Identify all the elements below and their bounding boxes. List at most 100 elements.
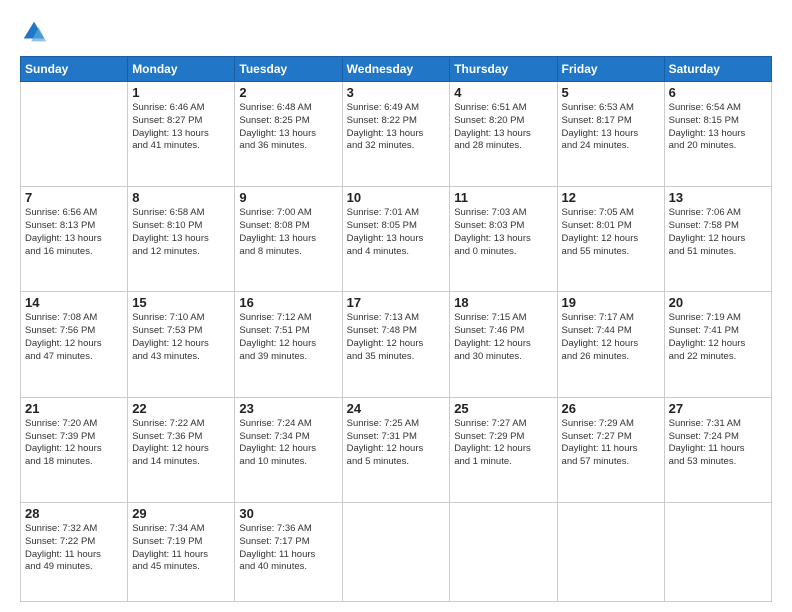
logo-icon bbox=[20, 18, 48, 46]
calendar-cell: 27 Sunrise: 7:31 AM Sunset: 7:24 PM Dayli… bbox=[664, 397, 771, 502]
calendar-cell bbox=[664, 502, 771, 601]
day-info: Sunrise: 7:05 AM Sunset: 8:01 PM Dayligh… bbox=[562, 207, 660, 258]
day-info: Sunrise: 7:01 AM Sunset: 8:05 PM Dayligh… bbox=[347, 207, 446, 258]
day-number: 13 bbox=[669, 190, 767, 205]
calendar-cell: 22Sunrise: 7:22 AM Sunset: 7:36 PM Dayli… bbox=[128, 397, 235, 502]
calendar-cell: 25Sunrise: 7:27 AM Sunset: 7:29 PM Dayli… bbox=[450, 397, 557, 502]
day-info: Sunrise: 7:27 AM Sunset: 7:29 PM Dayligh… bbox=[454, 418, 552, 469]
day-number: 29 bbox=[132, 506, 230, 521]
calendar-cell: 20 Sunrise: 7:19 AM Sunset: 7:41 PM Dayli… bbox=[664, 292, 771, 397]
day-info: Sunrise: 7:36 AM Sunset: 7:17 PM Dayligh… bbox=[239, 523, 337, 574]
week-row-2: 7 Sunrise: 6:56 AM Sunset: 8:13 PM Daylig… bbox=[21, 187, 772, 292]
calendar-cell: 24Sunrise: 7:25 AM Sunset: 7:31 PM Dayli… bbox=[342, 397, 450, 502]
day-info: Sunrise: 7:08 AM Sunset: 7:56 PM Dayligh… bbox=[25, 312, 123, 363]
day-info: Sunrise: 7:03 AM Sunset: 8:03 PM Dayligh… bbox=[454, 207, 552, 258]
calendar-cell: 2 Sunrise: 6:48 AM Sunset: 8:25 PM Daylig… bbox=[235, 82, 342, 187]
calendar-cell: 30 Sunrise: 7:36 AM Sunset: 7:17 PM Dayli… bbox=[235, 502, 342, 601]
day-number: 17 bbox=[347, 295, 446, 310]
day-number: 22 bbox=[132, 401, 230, 416]
calendar-cell bbox=[21, 82, 128, 187]
weekday-header-saturday: Saturday bbox=[664, 57, 771, 82]
weekday-header-tuesday: Tuesday bbox=[235, 57, 342, 82]
calendar-cell: 11 Sunrise: 7:03 AM Sunset: 8:03 PM Dayli… bbox=[450, 187, 557, 292]
day-info: Sunrise: 7:31 AM Sunset: 7:24 PM Dayligh… bbox=[669, 418, 767, 469]
calendar-cell: 3 Sunrise: 6:49 AM Sunset: 8:22 PM Daylig… bbox=[342, 82, 450, 187]
day-number: 19 bbox=[562, 295, 660, 310]
calendar-cell: 4 Sunrise: 6:51 AM Sunset: 8:20 PM Daylig… bbox=[450, 82, 557, 187]
day-info: Sunrise: 7:10 AM Sunset: 7:53 PM Dayligh… bbox=[132, 312, 230, 363]
weekday-header-monday: Monday bbox=[128, 57, 235, 82]
calendar: SundayMondayTuesdayWednesdayThursdayFrid… bbox=[20, 56, 772, 602]
day-number: 9 bbox=[239, 190, 337, 205]
day-number: 14 bbox=[25, 295, 123, 310]
calendar-cell: 13Sunrise: 7:06 AM Sunset: 7:58 PM Dayli… bbox=[664, 187, 771, 292]
day-number: 8 bbox=[132, 190, 230, 205]
weekday-header-friday: Friday bbox=[557, 57, 664, 82]
day-info: Sunrise: 7:20 AM Sunset: 7:39 PM Dayligh… bbox=[25, 418, 123, 469]
calendar-cell: 8Sunrise: 6:58 AM Sunset: 8:10 PM Daylig… bbox=[128, 187, 235, 292]
day-number: 30 bbox=[239, 506, 337, 521]
week-row-4: 21Sunrise: 7:20 AM Sunset: 7:39 PM Dayli… bbox=[21, 397, 772, 502]
weekday-header-thursday: Thursday bbox=[450, 57, 557, 82]
week-row-3: 14 Sunrise: 7:08 AM Sunset: 7:56 PM Dayli… bbox=[21, 292, 772, 397]
day-number: 5 bbox=[562, 85, 660, 100]
day-info: Sunrise: 6:53 AM Sunset: 8:17 PM Dayligh… bbox=[562, 102, 660, 153]
calendar-cell: 10 Sunrise: 7:01 AM Sunset: 8:05 PM Dayli… bbox=[342, 187, 450, 292]
week-row-1: 1 Sunrise: 6:46 AM Sunset: 8:27 PM Daylig… bbox=[21, 82, 772, 187]
day-number: 26 bbox=[562, 401, 660, 416]
day-info: Sunrise: 7:29 AM Sunset: 7:27 PM Dayligh… bbox=[562, 418, 660, 469]
day-info: Sunrise: 6:49 AM Sunset: 8:22 PM Dayligh… bbox=[347, 102, 446, 153]
calendar-cell: 12Sunrise: 7:05 AM Sunset: 8:01 PM Dayli… bbox=[557, 187, 664, 292]
day-info: Sunrise: 6:56 AM Sunset: 8:13 PM Dayligh… bbox=[25, 207, 123, 258]
day-number: 2 bbox=[239, 85, 337, 100]
calendar-cell: 26 Sunrise: 7:29 AM Sunset: 7:27 PM Dayli… bbox=[557, 397, 664, 502]
calendar-cell: 9 Sunrise: 7:00 AM Sunset: 8:08 PM Daylig… bbox=[235, 187, 342, 292]
day-info: Sunrise: 7:13 AM Sunset: 7:48 PM Dayligh… bbox=[347, 312, 446, 363]
day-info: Sunrise: 6:46 AM Sunset: 8:27 PM Dayligh… bbox=[132, 102, 230, 153]
calendar-cell: 5 Sunrise: 6:53 AM Sunset: 8:17 PM Daylig… bbox=[557, 82, 664, 187]
day-number: 18 bbox=[454, 295, 552, 310]
day-number: 11 bbox=[454, 190, 552, 205]
weekday-header-wednesday: Wednesday bbox=[342, 57, 450, 82]
calendar-cell bbox=[450, 502, 557, 601]
weekday-header-row: SundayMondayTuesdayWednesdayThursdayFrid… bbox=[21, 57, 772, 82]
calendar-cell: 21Sunrise: 7:20 AM Sunset: 7:39 PM Dayli… bbox=[21, 397, 128, 502]
day-number: 6 bbox=[669, 85, 767, 100]
calendar-cell: 16Sunrise: 7:12 AM Sunset: 7:51 PM Dayli… bbox=[235, 292, 342, 397]
calendar-cell: 14 Sunrise: 7:08 AM Sunset: 7:56 PM Dayli… bbox=[21, 292, 128, 397]
calendar-cell bbox=[557, 502, 664, 601]
day-number: 20 bbox=[669, 295, 767, 310]
calendar-cell: 19 Sunrise: 7:17 AM Sunset: 7:44 PM Dayli… bbox=[557, 292, 664, 397]
calendar-cell: 15 Sunrise: 7:10 AM Sunset: 7:53 PM Dayli… bbox=[128, 292, 235, 397]
logo bbox=[20, 18, 52, 46]
day-number: 28 bbox=[25, 506, 123, 521]
day-info: Sunrise: 7:15 AM Sunset: 7:46 PM Dayligh… bbox=[454, 312, 552, 363]
day-number: 1 bbox=[132, 85, 230, 100]
day-info: Sunrise: 6:48 AM Sunset: 8:25 PM Dayligh… bbox=[239, 102, 337, 153]
calendar-cell: 1 Sunrise: 6:46 AM Sunset: 8:27 PM Daylig… bbox=[128, 82, 235, 187]
day-info: Sunrise: 7:17 AM Sunset: 7:44 PM Dayligh… bbox=[562, 312, 660, 363]
day-info: Sunrise: 7:25 AM Sunset: 7:31 PM Dayligh… bbox=[347, 418, 446, 469]
weekday-header-sunday: Sunday bbox=[21, 57, 128, 82]
calendar-cell: 18 Sunrise: 7:15 AM Sunset: 7:46 PM Dayli… bbox=[450, 292, 557, 397]
calendar-cell: 28 Sunrise: 7:32 AM Sunset: 7:22 PM Dayli… bbox=[21, 502, 128, 601]
day-number: 4 bbox=[454, 85, 552, 100]
calendar-cell bbox=[342, 502, 450, 601]
day-number: 16 bbox=[239, 295, 337, 310]
day-info: Sunrise: 7:32 AM Sunset: 7:22 PM Dayligh… bbox=[25, 523, 123, 574]
day-number: 3 bbox=[347, 85, 446, 100]
day-info: Sunrise: 7:24 AM Sunset: 7:34 PM Dayligh… bbox=[239, 418, 337, 469]
day-number: 10 bbox=[347, 190, 446, 205]
day-number: 7 bbox=[25, 190, 123, 205]
calendar-cell: 23Sunrise: 7:24 AM Sunset: 7:34 PM Dayli… bbox=[235, 397, 342, 502]
day-info: Sunrise: 7:00 AM Sunset: 8:08 PM Dayligh… bbox=[239, 207, 337, 258]
calendar-cell: 6 Sunrise: 6:54 AM Sunset: 8:15 PM Daylig… bbox=[664, 82, 771, 187]
day-info: Sunrise: 6:54 AM Sunset: 8:15 PM Dayligh… bbox=[669, 102, 767, 153]
calendar-cell: 29Sunrise: 7:34 AM Sunset: 7:19 PM Dayli… bbox=[128, 502, 235, 601]
day-info: Sunrise: 6:51 AM Sunset: 8:20 PM Dayligh… bbox=[454, 102, 552, 153]
header bbox=[20, 18, 772, 46]
day-number: 15 bbox=[132, 295, 230, 310]
week-row-5: 28 Sunrise: 7:32 AM Sunset: 7:22 PM Dayli… bbox=[21, 502, 772, 601]
day-info: Sunrise: 7:19 AM Sunset: 7:41 PM Dayligh… bbox=[669, 312, 767, 363]
day-number: 27 bbox=[669, 401, 767, 416]
